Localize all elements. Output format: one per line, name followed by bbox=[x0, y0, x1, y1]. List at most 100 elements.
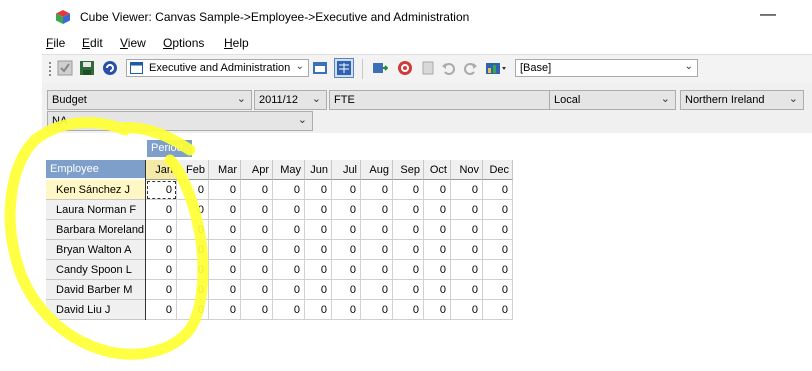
grid-cell[interactable]: 0 bbox=[241, 300, 273, 320]
grid-cell[interactable]: 0 bbox=[393, 200, 424, 220]
grid-cell[interactable]: 0 bbox=[209, 260, 241, 280]
grid-cell[interactable]: 0 bbox=[483, 280, 513, 300]
grid-cell[interactable]: 0 bbox=[177, 280, 209, 300]
grid-cell[interactable]: 0 bbox=[483, 180, 513, 200]
row-header[interactable]: David Barber M bbox=[46, 280, 145, 300]
grid-cell[interactable]: 0 bbox=[451, 240, 483, 260]
undo-icon[interactable] bbox=[441, 60, 457, 76]
grid-cell[interactable]: 0 bbox=[483, 300, 513, 320]
column-header-dec[interactable]: Dec bbox=[483, 160, 513, 180]
grid-cell[interactable]: 0 bbox=[209, 180, 241, 200]
grid-cell[interactable]: 0 bbox=[146, 220, 177, 240]
row-header[interactable]: Bryan Walton A bbox=[46, 240, 145, 260]
column-header-oct[interactable]: Oct bbox=[424, 160, 451, 180]
minimize-button[interactable]: — bbox=[760, 4, 776, 26]
grid-cell[interactable]: 0 bbox=[241, 200, 273, 220]
grid-cell[interactable]: 0 bbox=[146, 280, 177, 300]
region-select[interactable]: Northern Ireland ⌄ bbox=[680, 90, 804, 110]
grid-cell[interactable]: 0 bbox=[241, 220, 273, 240]
column-header-nov[interactable]: Nov bbox=[451, 160, 483, 180]
grid-cell[interactable]: 0 bbox=[361, 260, 393, 280]
grid-cell[interactable]: 0 bbox=[332, 220, 361, 240]
view-select[interactable]: Executive and Administration ⌄ bbox=[126, 59, 309, 77]
menu-edit[interactable]: Edit bbox=[82, 36, 103, 50]
grid-cell[interactable]: 0 bbox=[177, 180, 209, 200]
check-icon[interactable] bbox=[57, 60, 73, 76]
grid-cell[interactable]: 0 bbox=[241, 180, 273, 200]
column-header-aug[interactable]: Aug bbox=[361, 160, 393, 180]
redo-icon[interactable] bbox=[462, 60, 478, 76]
period-dimension-tag[interactable]: Period bbox=[147, 140, 192, 157]
grid-cell[interactable]: 0 bbox=[305, 280, 332, 300]
column-header-apr[interactable]: Apr bbox=[241, 160, 273, 180]
grid-cell[interactable]: 0 bbox=[424, 180, 451, 200]
grid-cell[interactable]: 0 bbox=[305, 220, 332, 240]
grid-cell[interactable]: 0 bbox=[483, 260, 513, 280]
grid-cell[interactable]: 0 bbox=[146, 180, 177, 200]
grid-cell[interactable]: 0 bbox=[451, 260, 483, 280]
column-header-jul[interactable]: Jul bbox=[332, 160, 361, 180]
grid-cell[interactable]: 0 bbox=[305, 300, 332, 320]
grid-cell[interactable]: 0 bbox=[332, 280, 361, 300]
save-icon[interactable] bbox=[79, 60, 95, 76]
menu-options[interactable]: Options bbox=[163, 36, 204, 50]
grid-cell[interactable]: 0 bbox=[332, 240, 361, 260]
na-select[interactable]: NA ⌄ bbox=[47, 111, 313, 131]
menu-file[interactable]: File bbox=[46, 36, 65, 50]
grid-cell[interactable]: 0 bbox=[305, 240, 332, 260]
grid-cell[interactable]: 0 bbox=[177, 260, 209, 280]
menu-view[interactable]: View bbox=[120, 36, 146, 50]
menu-help[interactable]: Help bbox=[224, 36, 249, 50]
grid-cell[interactable]: 0 bbox=[273, 280, 305, 300]
grid-cell[interactable]: 0 bbox=[332, 300, 361, 320]
grid-cell[interactable]: 0 bbox=[361, 280, 393, 300]
grid-cell[interactable]: 0 bbox=[393, 220, 424, 240]
row-header[interactable]: Barbara Moreland bbox=[46, 220, 145, 240]
grid-cell[interactable]: 0 bbox=[146, 240, 177, 260]
year-select[interactable]: 2011/12 ⌄ bbox=[254, 90, 327, 110]
grid-cell[interactable]: 0 bbox=[177, 200, 209, 220]
grid-cell[interactable]: 0 bbox=[361, 240, 393, 260]
grid-cell[interactable]: 0 bbox=[177, 300, 209, 320]
row-header[interactable]: Candy Spoon L bbox=[46, 260, 145, 280]
grid-cell[interactable]: 0 bbox=[424, 260, 451, 280]
grid-cell[interactable]: 0 bbox=[332, 200, 361, 220]
grid-cell[interactable]: 0 bbox=[209, 200, 241, 220]
grid-cell[interactable]: 0 bbox=[209, 220, 241, 240]
grid-cell[interactable]: 0 bbox=[361, 200, 393, 220]
grid-cell[interactable]: 0 bbox=[273, 260, 305, 280]
grid-cell[interactable]: 0 bbox=[177, 220, 209, 240]
grid-cell[interactable]: 0 bbox=[451, 300, 483, 320]
grid-cell[interactable]: 0 bbox=[273, 300, 305, 320]
grid-cell[interactable]: 0 bbox=[305, 260, 332, 280]
grid-cell[interactable]: 0 bbox=[273, 200, 305, 220]
subset-select[interactable]: [Base] ⌄ bbox=[515, 59, 698, 77]
grid-cell[interactable]: 0 bbox=[305, 200, 332, 220]
grid-cell[interactable]: 0 bbox=[424, 280, 451, 300]
row-header[interactable]: Laura Norman F bbox=[46, 200, 145, 220]
grid-cell[interactable]: 0 bbox=[424, 300, 451, 320]
grid-cell[interactable]: 0 bbox=[361, 220, 393, 240]
grid-cell[interactable]: 0 bbox=[451, 280, 483, 300]
grid-cell[interactable]: 0 bbox=[146, 300, 177, 320]
column-header-jan[interactable]: Jan bbox=[146, 160, 177, 180]
dimension-icon[interactable] bbox=[312, 60, 328, 76]
row-header[interactable]: David Liu J bbox=[46, 300, 145, 320]
grid-cell[interactable]: 0 bbox=[424, 220, 451, 240]
budget-select[interactable]: Budget ⌄ bbox=[47, 90, 252, 110]
row-header[interactable]: Ken Sánchez J bbox=[46, 180, 145, 200]
grid-cell[interactable]: 0 bbox=[483, 220, 513, 240]
grid-cell[interactable]: 0 bbox=[273, 220, 305, 240]
grid-cell[interactable]: 0 bbox=[209, 280, 241, 300]
grid-cell[interactable]: 0 bbox=[146, 260, 177, 280]
column-header-may[interactable]: May bbox=[273, 160, 305, 180]
grid-cell[interactable]: 0 bbox=[209, 240, 241, 260]
grid-cell[interactable]: 0 bbox=[424, 240, 451, 260]
grid-cell[interactable]: 0 bbox=[393, 240, 424, 260]
properties-icon[interactable] bbox=[420, 60, 436, 76]
grid-cell[interactable]: 0 bbox=[273, 240, 305, 260]
chart-dropdown-icon[interactable] bbox=[485, 60, 507, 76]
grid-cell[interactable]: 0 bbox=[361, 180, 393, 200]
grid-cell[interactable]: 0 bbox=[451, 220, 483, 240]
grid-cell[interactable]: 0 bbox=[241, 280, 273, 300]
